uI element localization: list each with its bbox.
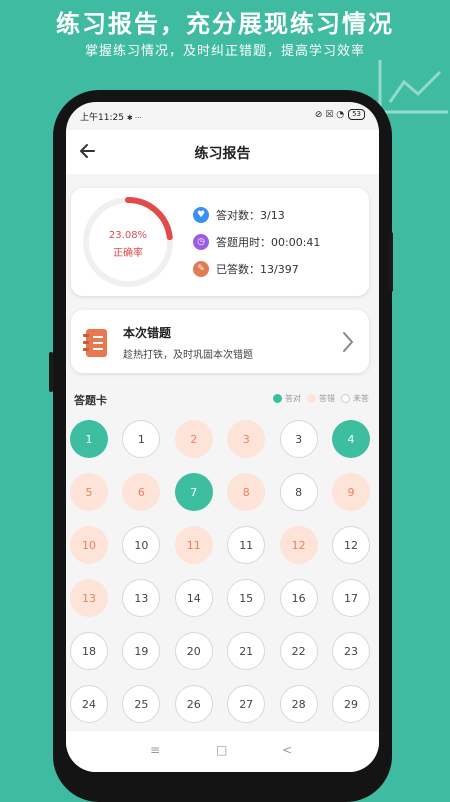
system-navigation-bar: ≡ □ < [66, 730, 379, 772]
question-cell-unanswered[interactable]: 12 [332, 526, 370, 564]
question-cell-wrong[interactable]: 3 [227, 420, 266, 458]
status-indicators-icon: ⊘ ☒ ◔ [314, 109, 345, 120]
accuracy-ring [83, 197, 173, 287]
question-cell-unanswered[interactable]: 17 [332, 579, 370, 617]
question-cell-unanswered[interactable]: 26 [174, 685, 213, 723]
heart-icon: ♥ [193, 207, 209, 223]
legend-unanswered-dot [341, 394, 350, 403]
stat-time-text: 答题用时：00:00:41 [216, 236, 321, 249]
promo-title: 练习报告，充分展现练习情况 [56, 10, 394, 38]
phone-side-button [389, 232, 393, 292]
line-chart-decoration-icon [378, 60, 448, 114]
clock-icon: ◷ [193, 234, 209, 250]
answer-card-legend: 答对 答错 未答 [273, 393, 369, 404]
question-cell-unanswered[interactable]: 29 [332, 685, 370, 723]
navigation-bar: 练习报告 [66, 130, 379, 174]
question-cell-unanswered[interactable]: 28 [279, 685, 318, 723]
legend-wrong-dot [307, 394, 316, 403]
question-cell-unanswered[interactable]: 14 [174, 579, 213, 617]
question-cell-unanswered[interactable]: 19 [122, 632, 161, 670]
question-cell-correct[interactable]: 1 [70, 420, 108, 458]
question-cell-wrong[interactable]: 8 [227, 473, 266, 511]
phone-side-button [49, 352, 53, 392]
question-cell-wrong[interactable]: 2 [174, 420, 213, 458]
question-cell-unanswered[interactable]: 18 [70, 632, 108, 670]
promo-subtitle: 掌握练习情况，及时纠正错题，提高学习效率 [84, 44, 365, 59]
system-back-icon[interactable]: < [282, 743, 292, 757]
stat-correct-count: ♥ 答对数：3/13 [193, 206, 285, 224]
question-cell-unanswered[interactable]: 20 [174, 632, 213, 670]
question-cell-correct[interactable]: 7 [174, 473, 213, 511]
stat-answered-text: 已答数：13/397 [216, 263, 299, 276]
question-cell-unanswered[interactable]: 25 [122, 685, 161, 723]
question-cell-wrong[interactable]: 6 [122, 473, 161, 511]
wrong-questions-card[interactable]: 本次错题 趁热打铁，及时巩固本次错题 [71, 310, 369, 373]
question-cell-unanswered[interactable]: 24 [70, 685, 108, 723]
status-time: 上午11:25 ✱ ··· [80, 113, 142, 123]
wrong-questions-title: 本次错题 [123, 326, 172, 340]
question-cell-wrong[interactable]: 11 [174, 526, 213, 564]
phone-screen: 上午11:25 ✱ ··· ⊘ ☒ ◔ 53 练习报告 23.08% 正确率 ♥… [66, 102, 379, 772]
wrong-questions-description: 趁热打铁，及时巩固本次错题 [123, 350, 253, 361]
chevron-right-icon [343, 332, 353, 352]
answer-card-title: 答题卡 [74, 394, 107, 407]
question-cell-unanswered[interactable]: 10 [122, 526, 161, 564]
menu-icon[interactable]: ≡ [150, 743, 160, 757]
stat-answered-count: ✎ 已答数：13/397 [193, 260, 299, 278]
page-title: 练习报告 [194, 146, 251, 162]
accuracy-percent: 23.08% [108, 230, 148, 241]
legend-correct-dot [273, 394, 282, 403]
status-bar: 上午11:25 ✱ ··· ⊘ ☒ ◔ 53 [66, 102, 379, 130]
legend-wrong: 答错 [307, 393, 335, 404]
question-cell-correct[interactable]: 4 [332, 420, 370, 458]
accuracy-label: 正确率 [113, 248, 143, 259]
question-cell-unanswered[interactable]: 1 [122, 420, 161, 458]
question-cell-unanswered[interactable]: 8 [279, 473, 318, 511]
summary-card: 23.08% 正确率 ♥ 答对数：3/13 ◷ 答题用时：00:00:41 ✎ … [71, 188, 369, 296]
question-cell-wrong[interactable]: 9 [332, 473, 370, 511]
notebook-icon [83, 329, 107, 357]
question-cell-wrong[interactable]: 5 [70, 473, 108, 511]
question-cell-unanswered[interactable]: 16 [279, 579, 318, 617]
battery-icon: 53 [348, 109, 365, 120]
tag-icon: ✎ [193, 261, 209, 277]
question-cell-wrong[interactable]: 13 [70, 579, 108, 617]
question-cell-unanswered[interactable]: 11 [227, 526, 266, 564]
question-cell-unanswered[interactable]: 15 [227, 579, 266, 617]
legend-unanswered: 未答 [341, 393, 369, 404]
status-icons: ⊘ ☒ ◔ 53 [315, 109, 365, 120]
question-cell-unanswered[interactable]: 21 [227, 632, 266, 670]
legend-correct: 答对 [273, 393, 301, 404]
question-cell-unanswered[interactable]: 27 [227, 685, 266, 723]
home-icon[interactable]: □ [216, 743, 227, 757]
stat-correct-text: 答对数：3/13 [216, 209, 285, 222]
question-cell-unanswered[interactable]: 3 [279, 420, 318, 458]
question-cell-wrong[interactable]: 10 [70, 526, 108, 564]
question-cell-wrong[interactable]: 12 [279, 526, 318, 564]
question-cell-unanswered[interactable]: 22 [279, 632, 318, 670]
stat-time-used: ◷ 答题用时：00:00:41 [193, 233, 320, 251]
question-cell-unanswered[interactable]: 13 [122, 579, 161, 617]
question-cell-unanswered[interactable]: 23 [332, 632, 370, 670]
